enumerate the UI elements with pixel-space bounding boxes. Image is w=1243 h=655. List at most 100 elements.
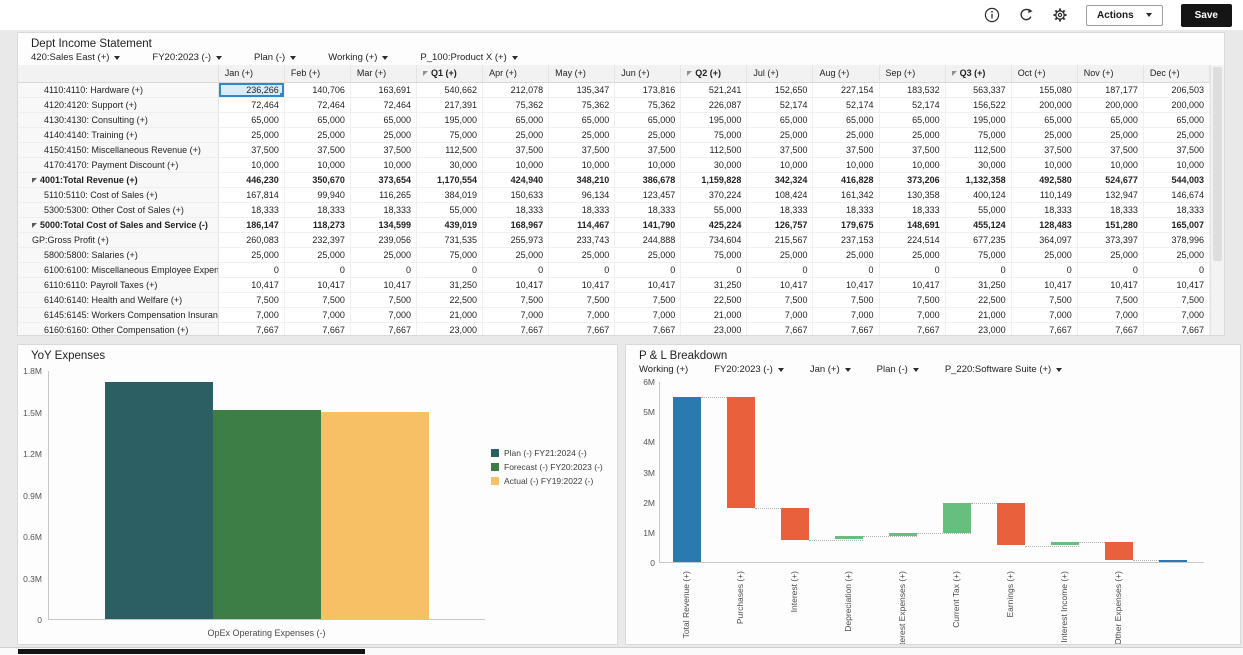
grid-cell[interactable]: 37,500 bbox=[1011, 143, 1077, 158]
grid-cell[interactable]: 7,500 bbox=[218, 293, 284, 308]
column-header[interactable]: Q1 (+) bbox=[416, 65, 482, 83]
grid-cell[interactable]: 446,230 bbox=[218, 173, 284, 188]
grid-cell[interactable]: 18,333 bbox=[879, 203, 945, 218]
column-header[interactable]: Jan (+) bbox=[218, 65, 284, 83]
grid-cell[interactable]: 25,000 bbox=[549, 248, 615, 263]
grid-cell[interactable]: 23,000 bbox=[681, 323, 747, 336]
grid-cell[interactable]: 179,675 bbox=[813, 218, 879, 233]
pov-selector[interactable]: P_100:Product X (+) bbox=[420, 52, 517, 63]
grid-cell[interactable]: 18,333 bbox=[350, 203, 416, 218]
grid-cell[interactable]: 0 bbox=[284, 263, 350, 278]
legend-item[interactable]: Forecast (-) FY20:2023 (-) bbox=[491, 462, 603, 472]
grid-cell[interactable]: 10,417 bbox=[218, 278, 284, 293]
grid-cell[interactable]: 10,417 bbox=[350, 278, 416, 293]
grid-cell[interactable]: 731,535 bbox=[416, 233, 482, 248]
grid-cell[interactable]: 10,000 bbox=[350, 158, 416, 173]
grid-cell[interactable]: 173,816 bbox=[615, 83, 681, 98]
grid-cell[interactable]: 373,206 bbox=[879, 173, 945, 188]
grid-cell[interactable]: 0 bbox=[218, 263, 284, 278]
yoy-bar-3[interactable] bbox=[321, 412, 429, 619]
grid-cell[interactable]: 25,000 bbox=[615, 248, 681, 263]
grid-cell[interactable]: 7,000 bbox=[615, 308, 681, 323]
grid-cell[interactable]: 0 bbox=[416, 263, 482, 278]
grid-cell[interactable]: 7,000 bbox=[813, 308, 879, 323]
grid-cell[interactable]: 10,000 bbox=[549, 158, 615, 173]
grid-cell[interactable]: 75,362 bbox=[483, 98, 549, 113]
column-header[interactable]: Mar (+) bbox=[350, 65, 416, 83]
column-header[interactable]: Dec (+) bbox=[1143, 65, 1209, 83]
grid-cell[interactable]: 0 bbox=[681, 263, 747, 278]
grid-cell[interactable]: 0 bbox=[945, 263, 1011, 278]
grid-cell[interactable]: 10,000 bbox=[1077, 158, 1143, 173]
grid-cell[interactable]: 7,667 bbox=[549, 323, 615, 336]
grid-cell[interactable]: 156,522 bbox=[945, 98, 1011, 113]
grid-cell[interactable]: 18,333 bbox=[1077, 203, 1143, 218]
grid-cell[interactable]: 563,337 bbox=[945, 83, 1011, 98]
grid-cell[interactable]: 10,417 bbox=[483, 278, 549, 293]
grid-cell[interactable]: 25,000 bbox=[284, 128, 350, 143]
grid-cell[interactable]: 7,000 bbox=[1011, 308, 1077, 323]
grid-cell[interactable]: 7,500 bbox=[747, 293, 813, 308]
grid-cell[interactable]: 25,000 bbox=[1011, 128, 1077, 143]
grid-cell[interactable]: 227,154 bbox=[813, 83, 879, 98]
grid-cell[interactable]: 524,677 bbox=[1077, 173, 1143, 188]
grid-cell[interactable]: 21,000 bbox=[681, 308, 747, 323]
grid-cell[interactable]: 7,500 bbox=[1143, 293, 1209, 308]
row-header[interactable]: 5000:Total Cost of Sales and Service (-) bbox=[18, 218, 218, 233]
grid-cell[interactable]: 65,000 bbox=[1143, 113, 1209, 128]
grid-cell[interactable]: 492,580 bbox=[1011, 173, 1077, 188]
grid-cell[interactable]: 65,000 bbox=[350, 113, 416, 128]
grid-cell[interactable]: 10,417 bbox=[284, 278, 350, 293]
grid-cell[interactable]: 25,000 bbox=[1143, 128, 1209, 143]
grid-cell[interactable]: 373,397 bbox=[1077, 233, 1143, 248]
grid-cell[interactable]: 52,174 bbox=[747, 98, 813, 113]
grid-cell[interactable]: 25,000 bbox=[1077, 248, 1143, 263]
legend-item[interactable]: Actual (-) FY19:2022 (-) bbox=[491, 476, 603, 486]
grid-cell[interactable]: 200,000 bbox=[1077, 98, 1143, 113]
grid-cell[interactable]: 75,000 bbox=[945, 128, 1011, 143]
grid-cell[interactable]: 7,000 bbox=[483, 308, 549, 323]
grid-cell[interactable]: 544,003 bbox=[1143, 173, 1209, 188]
column-header[interactable]: Jun (+) bbox=[615, 65, 681, 83]
row-header[interactable]: 6100:6100: Miscellaneous Employee Expens… bbox=[18, 263, 218, 278]
grid-cell[interactable]: 116,265 bbox=[350, 188, 416, 203]
yoy-bar-1[interactable] bbox=[105, 382, 213, 619]
grid-cell[interactable]: 25,000 bbox=[747, 128, 813, 143]
waterfall-bar-5[interactable] bbox=[889, 533, 917, 536]
grid-cell[interactable]: 96,134 bbox=[549, 188, 615, 203]
grid-cell[interactable]: 0 bbox=[747, 263, 813, 278]
grid-cell[interactable]: 55,000 bbox=[416, 203, 482, 218]
grid-cell[interactable]: 7,500 bbox=[813, 293, 879, 308]
grid-cell[interactable]: 134,599 bbox=[350, 218, 416, 233]
grid-cell[interactable]: 10,417 bbox=[1011, 278, 1077, 293]
grid-cell[interactable]: 37,500 bbox=[284, 143, 350, 158]
grid-cell[interactable]: 110,149 bbox=[1011, 188, 1077, 203]
grid-cell[interactable]: 10,417 bbox=[1143, 278, 1209, 293]
grid-cell[interactable]: 521,241 bbox=[681, 83, 747, 98]
grid-cell[interactable]: 10,000 bbox=[1143, 158, 1209, 173]
grid-cell[interactable]: 455,124 bbox=[945, 218, 1011, 233]
grid-cell[interactable]: 23,000 bbox=[416, 323, 482, 336]
grid-cell[interactable]: 1,132,358 bbox=[945, 173, 1011, 188]
grid-cell[interactable]: 37,500 bbox=[1143, 143, 1209, 158]
grid-cell[interactable]: 232,397 bbox=[284, 233, 350, 248]
column-header[interactable]: Oct (+) bbox=[1011, 65, 1077, 83]
grid-cell[interactable]: 18,333 bbox=[483, 203, 549, 218]
yoy-bar-2[interactable] bbox=[213, 410, 321, 619]
grid-cell[interactable]: 7,000 bbox=[747, 308, 813, 323]
grid-cell[interactable]: 18,333 bbox=[813, 203, 879, 218]
grid-cell[interactable]: 7,000 bbox=[549, 308, 615, 323]
grid-cell[interactable]: 148,691 bbox=[879, 218, 945, 233]
grid-cell[interactable]: 10,000 bbox=[1011, 158, 1077, 173]
grid-cell[interactable]: 7,667 bbox=[284, 323, 350, 336]
pov-selector[interactable]: Plan (-) bbox=[254, 52, 296, 63]
grid-cell[interactable]: 10,417 bbox=[1077, 278, 1143, 293]
grid-cell[interactable]: 118,273 bbox=[284, 218, 350, 233]
grid-cell[interactable]: 206,503 bbox=[1143, 83, 1209, 98]
grid-cell[interactable]: 72,464 bbox=[284, 98, 350, 113]
grid-cell[interactable]: 0 bbox=[813, 263, 879, 278]
grid-cell[interactable]: 75,362 bbox=[615, 98, 681, 113]
row-header[interactable]: 4001:Total Revenue (+) bbox=[18, 173, 218, 188]
grid-cell[interactable]: 212,078 bbox=[483, 83, 549, 98]
grid-cell[interactable]: 236,266 bbox=[218, 83, 284, 98]
